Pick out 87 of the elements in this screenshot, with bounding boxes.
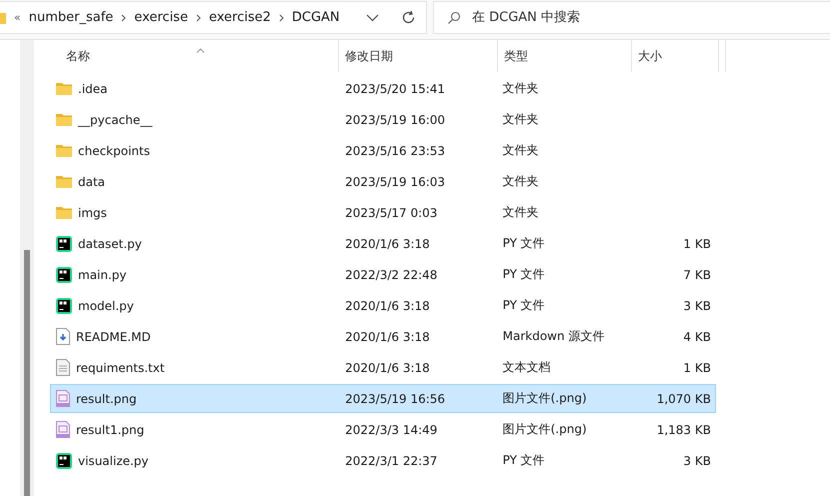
file-size: 3 KB	[683, 298, 711, 312]
file-size: 1,183 KB	[656, 422, 711, 436]
file-type: PY 文件	[502, 266, 545, 283]
modified-date: 2020/1/6 3:18	[345, 330, 430, 344]
file-type: 文件夹	[502, 142, 539, 159]
file-size: 3 KB	[683, 454, 711, 468]
pycharm-file-icon	[56, 236, 72, 252]
file-name: README.MD	[76, 330, 151, 344]
chevron-down-icon[interactable]	[366, 14, 379, 22]
modified-date: 2023/5/20 15:41	[345, 82, 446, 96]
file-type: 文本文档	[502, 359, 551, 376]
document-download-icon	[56, 328, 70, 345]
search-icon	[447, 11, 461, 25]
file-row[interactable]: data 2023/5/19 16:03 文件夹	[50, 167, 716, 196]
breadcrumb-item[interactable]: number_safe	[28, 10, 114, 25]
pycharm-file-icon	[56, 266, 72, 282]
chevron-right-icon	[121, 14, 126, 22]
image-file-icon	[56, 390, 70, 407]
file-name: __pycache__	[78, 112, 152, 126]
file-row[interactable]: README.MD 2020/1/6 3:18 Markdown 源文件 4 KB	[50, 322, 716, 351]
file-type: 文件夹	[502, 111, 539, 128]
scrollbar-thumb[interactable]	[24, 250, 30, 496]
file-name: main.py	[78, 268, 127, 282]
search-field[interactable]: 在 DCGAN 中搜索	[433, 1, 830, 34]
file-row[interactable]: model.py 2020/1/6 3:18 PY 文件 3 KB	[50, 291, 716, 320]
file-type: PY 文件	[502, 235, 545, 252]
file-size: 1 KB	[683, 360, 711, 374]
file-type: Markdown 源文件	[502, 328, 604, 345]
file-row[interactable]: __pycache__ 2023/5/19 16:00 文件夹	[50, 105, 716, 134]
column-header[interactable]: 类型	[498, 40, 632, 72]
modified-date: 2022/3/2 22:48	[345, 268, 438, 282]
text-document-icon	[56, 359, 70, 376]
file-name: visualize.py	[78, 454, 149, 468]
modified-date: 2020/1/6 3:18	[345, 236, 430, 250]
overflow-chevron[interactable]: «	[14, 11, 21, 24]
file-row[interactable]: result.png 2023/5/19 16:56 图片文件(.png) 1,070 KB	[50, 384, 716, 413]
chevron-right-icon	[196, 14, 201, 22]
sort-ascending-icon	[196, 48, 205, 53]
file-size: 7 KB	[683, 268, 711, 282]
file-type: 文件夹	[502, 80, 539, 97]
image-file-icon	[56, 421, 70, 438]
file-name: .idea	[78, 82, 108, 96]
file-row[interactable]: main.py 2022/3/2 22:48 PY 文件 7 KB	[50, 260, 716, 289]
file-name: checkpoints	[78, 144, 150, 158]
modified-date: 2023/5/19 16:00	[345, 112, 446, 126]
breadcrumb-item[interactable]: exercise2	[208, 10, 271, 25]
pycharm-file-icon	[56, 452, 72, 468]
file-type: 图片文件(.png)	[502, 421, 587, 438]
file-name: requiments.txt	[76, 360, 165, 374]
file-name: result1.png	[76, 422, 144, 436]
file-size: 4 KB	[683, 330, 711, 344]
file-name: dataset.py	[78, 236, 142, 250]
file-type: PY 文件	[502, 452, 545, 469]
file-row[interactable]: requiments.txt 2020/1/6 3:18 文本文档 1 KB	[50, 353, 716, 382]
column-header[interactable]: 名称	[34, 40, 339, 72]
chevron-right-icon	[278, 14, 284, 22]
file-type: PY 文件	[502, 297, 545, 314]
address-bar[interactable]: « number_safe exercise exercise2 DCGAN	[0, 1, 427, 34]
file-row[interactable]: .idea 2023/5/20 15:41 文件夹	[50, 74, 716, 103]
modified-date: 2023/5/19 16:56	[345, 392, 446, 406]
file-size: 1,070 KB	[656, 392, 711, 406]
refresh-icon[interactable]	[401, 10, 416, 25]
modified-date: 2023/5/17 0:03	[345, 206, 438, 220]
file-row[interactable]: result1.png 2022/3/3 14:49 图片文件(.png) 1,183 KB	[50, 415, 716, 444]
modified-date: 2023/5/19 16:03	[345, 174, 446, 188]
modified-date: 2022/3/1 22:37	[345, 454, 438, 468]
column-header[interactable]: 大小	[632, 40, 719, 72]
file-size: 1 KB	[683, 236, 711, 250]
column-header[interactable]: 修改日期	[339, 40, 498, 72]
file-type: 图片文件(.png)	[502, 390, 587, 407]
pycharm-file-icon	[56, 298, 72, 314]
file-name: imgs	[78, 206, 107, 220]
breadcrumb-item[interactable]: DCGAN	[292, 10, 340, 25]
file-name: data	[78, 174, 106, 188]
breadcrumb-item[interactable]: exercise	[134, 10, 188, 25]
modified-date: 2020/1/6 3:18	[345, 298, 430, 312]
file-row[interactable]: dataset.py 2020/1/6 3:18 PY 文件 1 KB	[50, 229, 716, 258]
modified-date: 2022/3/3 14:49	[345, 422, 438, 436]
file-name: result.png	[76, 392, 137, 406]
file-type: 文件夹	[502, 173, 539, 190]
file-name: model.py	[78, 298, 134, 312]
modified-date: 2023/5/16 23:53	[345, 144, 446, 158]
file-type: 文件夹	[502, 204, 539, 221]
modified-date: 2020/1/6 3:18	[345, 360, 430, 374]
file-row[interactable]: checkpoints 2023/5/16 23:53 文件夹	[50, 136, 716, 165]
file-row[interactable]: imgs 2023/5/17 0:03 文件夹	[50, 198, 716, 227]
file-row[interactable]: visualize.py 2022/3/1 22:37 PY 文件 3 KB	[50, 446, 716, 475]
